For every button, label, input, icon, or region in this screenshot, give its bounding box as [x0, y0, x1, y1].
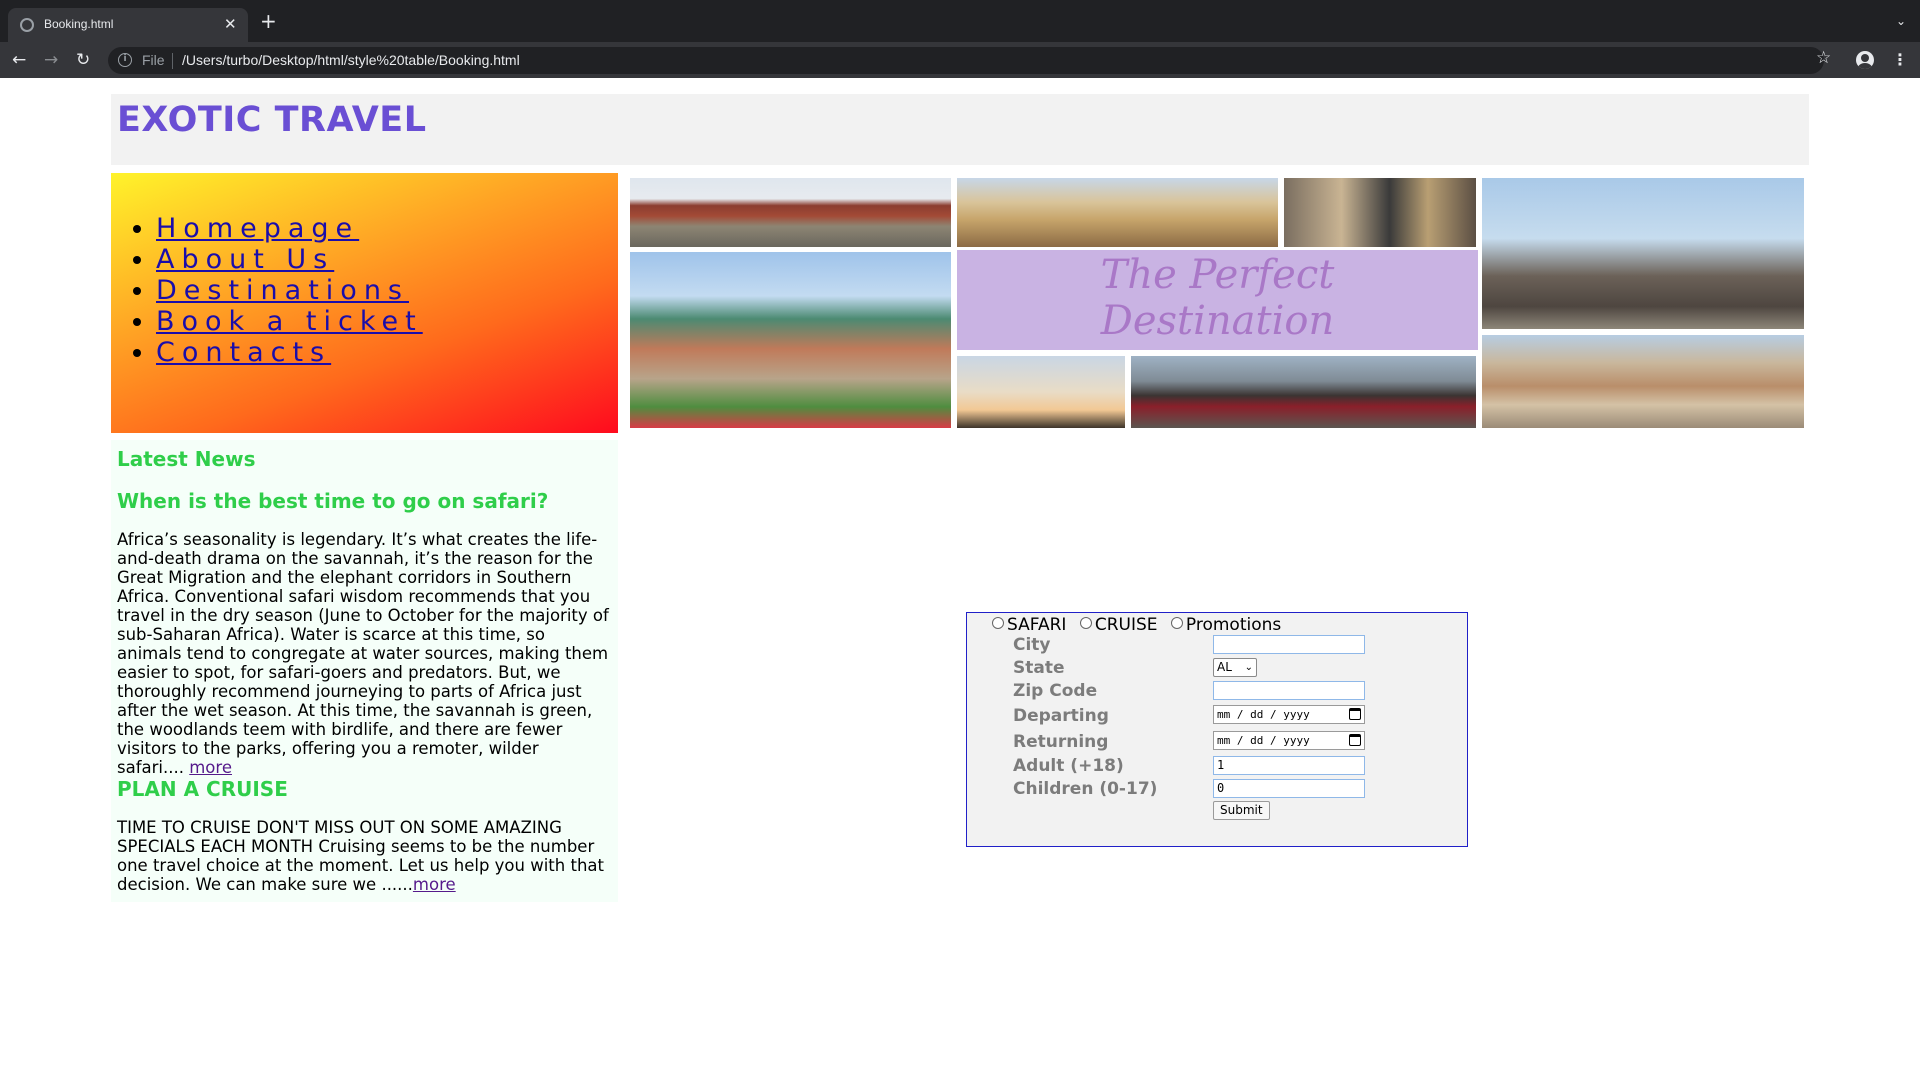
nav-link-contacts[interactable]: Contacts	[156, 337, 331, 368]
site-header: EXOTIC TRAVEL	[111, 94, 1809, 165]
new-tab-plus-icon[interactable]: +	[260, 11, 277, 31]
radio-cruise[interactable]	[1079, 617, 1092, 629]
state-select-value: AL	[1217, 660, 1232, 674]
tagline-line-2: Destination	[1100, 298, 1335, 344]
nav-item-destinations: Destinations	[156, 275, 423, 306]
photo-town-hall-tower	[1482, 178, 1804, 329]
trip-type-radios: SAFARI CRUISE Promotions	[992, 615, 1289, 635]
photo-statue-silhouette	[957, 356, 1125, 428]
browser-toolbar: ← → ↻ i File /Users/turbo/Desktop/html/s…	[0, 42, 1920, 78]
url-text[interactable]: /Users/turbo/Desktop/html/style%20table/…	[182, 52, 520, 68]
chevron-down-icon[interactable]: ⌄	[1896, 14, 1906, 28]
nav-link-homepage[interactable]: Homepage	[156, 213, 359, 244]
more-menu-icon[interactable]: ⋮	[1892, 50, 1908, 69]
scheme-label: File	[142, 52, 165, 68]
tagline-box: The Perfect Destination	[957, 250, 1478, 350]
children-count-field[interactable]: 0	[1213, 779, 1365, 798]
browser-tab[interactable]: Booking.html ✕	[8, 8, 248, 42]
departing-date-value: mm / dd / yyyy	[1217, 708, 1310, 721]
article-title-safari: When is the best time to go on safari?	[117, 489, 549, 513]
nav-panel: Homepage About Us Destinations Book a ti…	[111, 173, 618, 433]
chevron-down-icon: ⌄	[1244, 662, 1253, 673]
radio-label-promotions: Promotions	[1185, 615, 1282, 635]
adult-count-field[interactable]: 1	[1213, 756, 1365, 775]
news-heading: Latest News	[117, 447, 256, 471]
nav-link-book-a-ticket[interactable]: Book a ticket	[156, 306, 423, 337]
booking-form: SAFARI CRUISE Promotions City State AL ⌄ …	[966, 612, 1468, 847]
site-title: EXOTIC TRAVEL	[117, 100, 427, 140]
more-link-safari[interactable]: more	[189, 758, 232, 777]
children-label: Children (0-17)	[1013, 779, 1158, 799]
calendar-icon[interactable]	[1349, 734, 1361, 746]
zip-code-label: Zip Code	[1013, 681, 1098, 701]
radio-safari[interactable]	[992, 617, 1004, 629]
more-link-cruise[interactable]: more	[413, 875, 456, 894]
profile-icon[interactable]	[1856, 51, 1874, 69]
departing-label: Departing	[1013, 706, 1109, 726]
star-icon[interactable]: ☆	[1816, 48, 1831, 68]
returning-date-value: mm / dd / yyyy	[1217, 734, 1310, 747]
photo-wawel-castle	[630, 252, 951, 428]
nav-link-about-us[interactable]: About Us	[156, 244, 334, 275]
tagline-line-1: The Perfect	[1100, 252, 1335, 298]
photo-shopfront	[1284, 178, 1476, 247]
photo-horse-carriages	[1131, 356, 1476, 428]
reload-icon[interactable]: ↻	[76, 50, 90, 70]
info-icon[interactable]: i	[118, 53, 132, 67]
news-section: Latest News When is the best time to go …	[111, 440, 618, 902]
radio-promotions[interactable]	[1170, 617, 1183, 629]
address-bar[interactable]: i File /Users/turbo/Desktop/html/style%2…	[108, 47, 1824, 74]
zip-code-field[interactable]	[1213, 681, 1365, 700]
article-text-safari: Africa’s seasonality is legendary. It’s …	[117, 530, 609, 777]
photo-railway-gate	[630, 178, 951, 247]
nav-item-homepage: Homepage	[156, 213, 423, 244]
city-label: City	[1013, 635, 1051, 655]
state-label: State	[1013, 658, 1065, 678]
nav-item-book-a-ticket: Book a ticket	[156, 306, 423, 337]
city-field[interactable]	[1213, 635, 1365, 654]
adult-label: Adult (+18)	[1013, 756, 1124, 776]
nav-list: Homepage About Us Destinations Book a ti…	[156, 213, 423, 368]
banner-collage: The Perfect Destination	[630, 178, 1804, 428]
departing-date-field[interactable]: mm / dd / yyyy	[1213, 705, 1365, 724]
globe-icon	[20, 18, 34, 32]
photo-market-square	[1482, 335, 1804, 428]
forward-arrow-icon[interactable]: →	[44, 50, 58, 70]
nav-link-destinations[interactable]: Destinations	[156, 275, 409, 306]
article-body-cruise: TIME TO CRUISE DON'T MISS OUT ON SOME AM…	[117, 818, 609, 894]
returning-date-field[interactable]: mm / dd / yyyy	[1213, 731, 1365, 750]
returning-label: Returning	[1013, 732, 1109, 752]
calendar-icon[interactable]	[1349, 708, 1361, 720]
tab-title: Booking.html	[44, 17, 114, 31]
article-text-cruise: TIME TO CRUISE DON'T MISS OUT ON SOME AM…	[117, 818, 604, 894]
nav-item-contacts: Contacts	[156, 337, 423, 368]
divider	[172, 53, 173, 69]
state-select[interactable]: AL ⌄	[1213, 658, 1257, 677]
article-body-safari: Africa’s seasonality is legendary. It’s …	[117, 530, 609, 777]
article-title-cruise: PLAN A CRUISE	[117, 777, 288, 801]
browser-tab-bar: Booking.html ✕ + ⌄	[0, 0, 1920, 42]
radio-label-safari: SAFARI	[1007, 615, 1067, 635]
submit-button[interactable]: Submit	[1213, 801, 1270, 820]
close-icon[interactable]: ✕	[224, 15, 237, 33]
back-arrow-icon[interactable]: ←	[12, 50, 26, 70]
radio-label-cruise: CRUISE	[1094, 615, 1158, 635]
nav-item-about-us: About Us	[156, 244, 423, 275]
photo-baroque-church	[957, 178, 1278, 247]
